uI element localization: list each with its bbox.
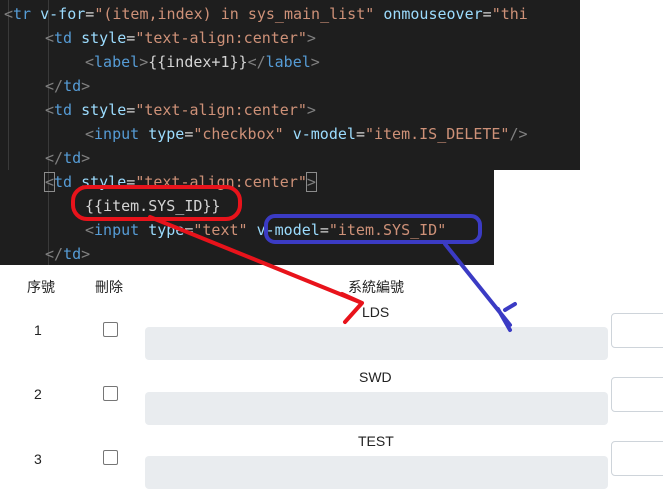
red-arrow	[148, 215, 364, 324]
blue-arrow	[443, 242, 517, 332]
red-highlight-box	[71, 185, 242, 221]
annotation-overlay	[71, 185, 517, 332]
blue-highlight-box	[264, 214, 482, 244]
